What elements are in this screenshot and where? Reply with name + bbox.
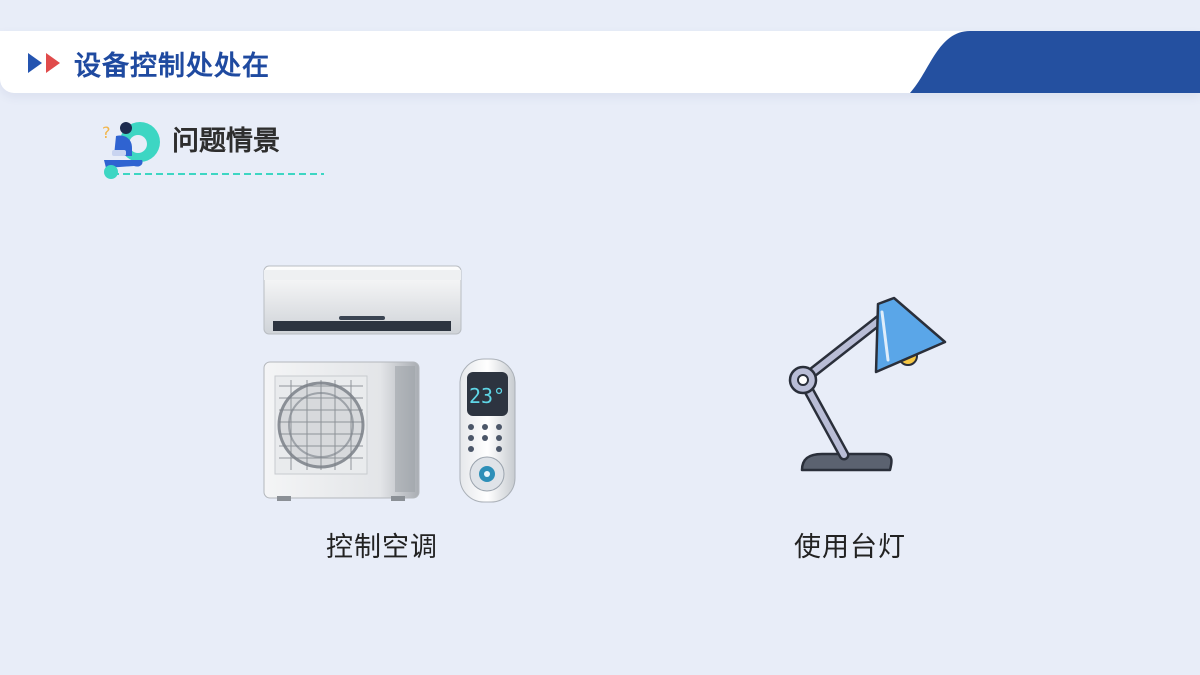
section-heading: 问题情景 (172, 126, 280, 157)
header-accent-shape (910, 31, 1200, 93)
svg-text:?: ? (102, 123, 111, 142)
double-arrow-icon (28, 53, 60, 73)
svg-text:23°: 23° (469, 384, 505, 408)
page-title: 设备控制处处在 (74, 51, 270, 82)
dashed-underline (112, 173, 324, 175)
air-conditioner-icon: 23° (263, 265, 516, 503)
caption-air-conditioner: 控制空调 (326, 532, 438, 563)
caption-desk-lamp: 使用台灯 (794, 532, 906, 563)
desk-lamp-icon (788, 296, 947, 472)
